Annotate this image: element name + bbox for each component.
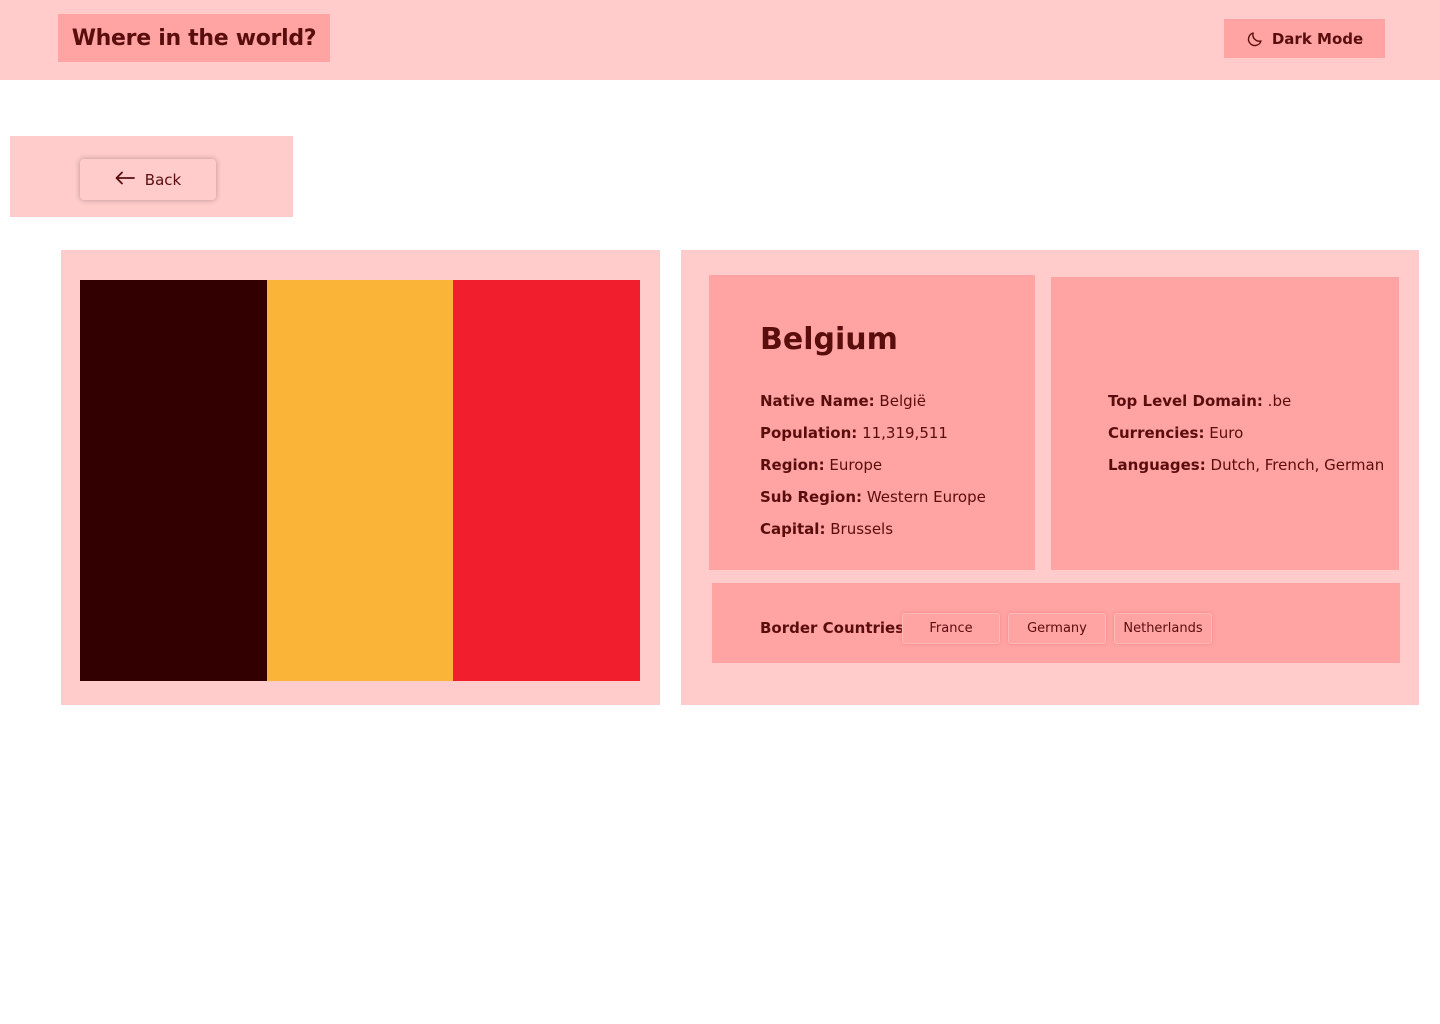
flag-card	[61, 250, 660, 705]
flag-stripe-left	[80, 280, 267, 681]
fact-value: Dutch, French, German	[1210, 456, 1385, 474]
fact-value: Brussels	[830, 520, 894, 538]
dark-mode-toggle[interactable]: Dark Mode	[1224, 19, 1385, 58]
flag-stripe-middle	[266, 280, 454, 681]
fact-label: Region:	[760, 456, 825, 474]
fact-value: 11,319,511	[862, 424, 948, 442]
fact-value: België	[879, 392, 927, 410]
border-countries-panel: Border Countries: France Germany Netherl…	[712, 583, 1400, 663]
site-title: Where in the world?	[58, 14, 330, 62]
fact-label: Population:	[760, 424, 858, 442]
border-countries-label: Border Countries:	[760, 619, 911, 637]
back-button[interactable]: Back	[80, 159, 216, 200]
fact-value: Western Europe	[866, 488, 986, 506]
info-card: Belgium Native Name: België Population: …	[681, 250, 1419, 705]
moon-icon	[1246, 30, 1264, 48]
fact-label: Sub Region:	[760, 488, 863, 506]
fact-top-level-domain: Top Level Domain: .be	[1108, 392, 1291, 410]
fact-native-name: Native Name: België	[760, 392, 926, 410]
fact-label: Languages:	[1108, 456, 1206, 474]
back-label: Back	[144, 170, 182, 189]
fact-sub-region: Sub Region: Western Europe	[760, 488, 986, 506]
fact-value: Europe	[829, 456, 883, 474]
fact-currencies: Currencies: Euro	[1108, 424, 1243, 442]
fact-region: Region: Europe	[760, 456, 882, 474]
border-country-germany[interactable]: Germany	[1008, 613, 1106, 644]
info-secondary-panel: Top Level Domain: .be Currencies: Euro L…	[1051, 277, 1399, 570]
border-country-france[interactable]: France	[902, 613, 1000, 644]
fact-label: Top Level Domain:	[1108, 392, 1263, 410]
fact-population: Population: 11,319,511	[760, 424, 948, 442]
country-name: Belgium	[760, 322, 898, 357]
fact-label: Currencies:	[1108, 424, 1205, 442]
header: Where in the world? Dark Mode	[0, 0, 1440, 80]
border-country-netherlands[interactable]: Netherlands	[1114, 613, 1212, 644]
dark-mode-label: Dark Mode	[1271, 29, 1364, 48]
flag-stripe-right	[453, 280, 641, 681]
country-flag	[80, 280, 641, 681]
fact-value: .be	[1267, 392, 1292, 410]
fact-label: Capital:	[760, 520, 826, 538]
fact-capital: Capital: Brussels	[760, 520, 893, 538]
fact-label: Native Name:	[760, 392, 875, 410]
arrow-left-icon	[115, 171, 135, 189]
fact-languages: Languages: Dutch, French, German	[1108, 456, 1384, 474]
fact-value: Euro	[1209, 424, 1244, 442]
info-primary-panel: Belgium Native Name: België Population: …	[709, 275, 1035, 570]
